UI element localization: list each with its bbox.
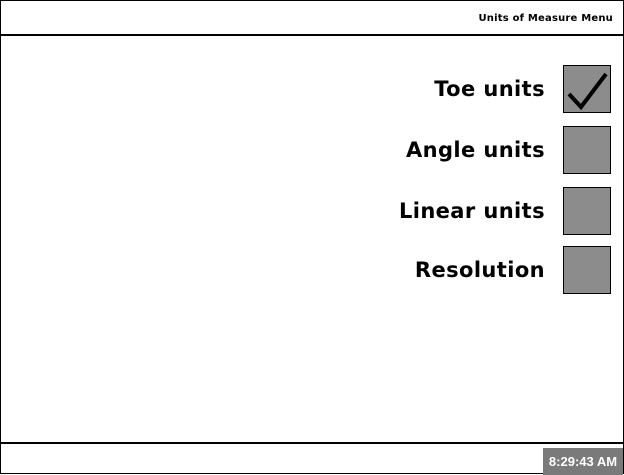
resolution-label: Resolution — [414, 258, 545, 282]
angle-units-checkbox[interactable] — [563, 126, 611, 174]
option-row-angle-units[interactable]: Angle units — [406, 125, 611, 175]
clock-display: 8:29:43 AM — [543, 448, 623, 475]
header-bar: Units of Measure Menu — [1, 1, 623, 36]
resolution-checkbox[interactable] — [563, 246, 611, 294]
screen-frame: Units of Measure Menu Toe units Angle un… — [0, 0, 624, 475]
menu-title: Units of Measure Menu — [478, 13, 613, 24]
option-row-resolution[interactable]: Resolution — [415, 245, 611, 295]
toe-units-checkbox[interactable] — [563, 65, 611, 113]
linear-units-label: Linear units — [398, 199, 545, 223]
footer-bar: 8:29:43 AM — [1, 442, 623, 475]
toe-units-label: Toe units — [434, 77, 545, 101]
option-row-toe-units[interactable]: Toe units — [434, 64, 611, 114]
checkmark-icon — [567, 72, 608, 111]
option-row-linear-units[interactable]: Linear units — [399, 186, 611, 236]
linear-units-checkbox[interactable] — [563, 187, 611, 235]
angle-units-label: Angle units — [405, 138, 545, 162]
